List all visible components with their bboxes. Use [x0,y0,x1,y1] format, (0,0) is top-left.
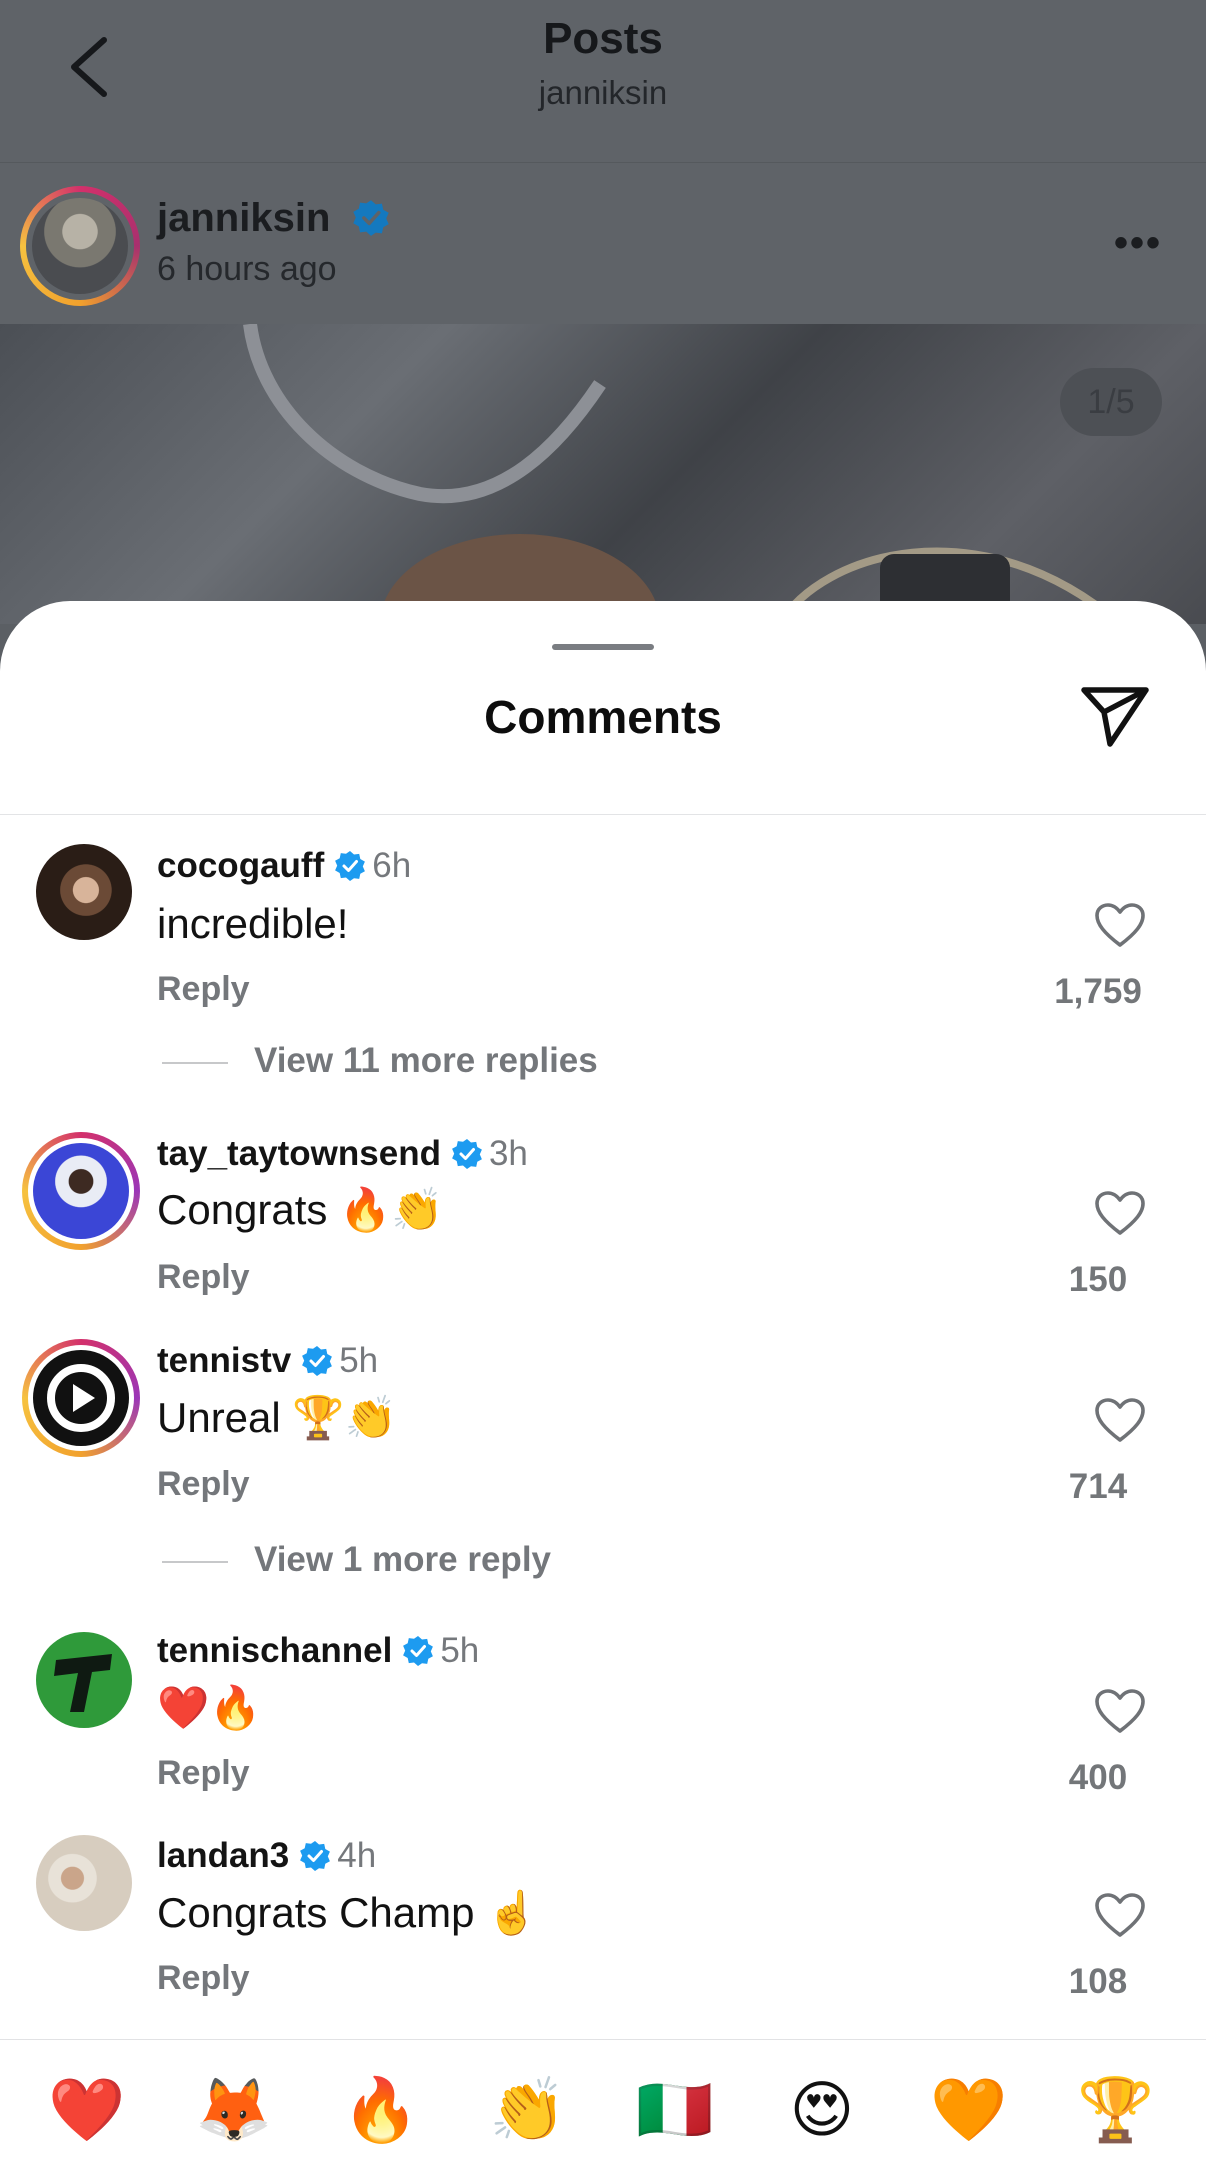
comment-header: tennistv 5h [157,1341,378,1381]
avatar-landan3[interactable] [36,1835,132,1931]
comment-text: Congrats 🔥👏 [157,1186,444,1233]
tennischannel-logo [54,1654,112,1712]
image-counter: 1/5 [1060,368,1162,436]
comment-username[interactable]: tennischannel [157,1631,392,1670]
reaction-orange-heart[interactable]: 🧡 [924,2070,1014,2150]
heart-outline-icon[interactable] [1094,902,1146,948]
reaction-red-heart[interactable]: ❤️ [42,2070,132,2150]
send-icon[interactable] [1080,686,1150,748]
verified-badge-icon [335,851,366,881]
like-count: 108 [1068,1962,1128,2001]
post-author-name[interactable]: janniksin [157,196,396,241]
comment-username[interactable]: tay_taytownsend [157,1134,441,1173]
view-more-replies-button[interactable]: View 1 more reply [162,1540,551,1580]
reply-button[interactable]: Reply [157,1754,250,1793]
sheet-divider [0,814,1206,815]
avatar-tennistv[interactable] [22,1339,140,1457]
like-count: 714 [1068,1467,1128,1506]
sheet-drag-handle[interactable] [552,644,654,650]
like-count: 400 [1068,1758,1128,1797]
reply-button[interactable]: Reply [157,1465,250,1504]
heart-outline-icon[interactable] [1094,1688,1146,1734]
comment-text: incredible! [157,900,349,947]
reply-button[interactable]: Reply [157,1959,250,1998]
tennistv-logo [47,1364,115,1432]
post-author-avatar [32,198,128,294]
view-more-label: View 11 more replies [254,1041,598,1080]
reply-button[interactable]: Reply [157,970,250,1009]
verified-badge-icon [452,1139,482,1169]
comment-username[interactable]: cocogauff [157,846,324,885]
comment-text: Unreal 🏆👏 [157,1394,397,1441]
avatar-tennischannel[interactable] [36,1632,132,1728]
comment-header: landan3 4h [157,1836,376,1876]
like-count: 150 [1068,1260,1128,1299]
quick-reactions-bar [0,2039,1206,2166]
post-image[interactable] [0,324,1206,624]
like-count: 1,759 [1054,972,1142,1011]
comment-header: tennischannel 5h [157,1631,479,1671]
view-more-label: View 1 more reply [254,1540,552,1579]
post-background: Posts janniksin janniksin 6 hours ago ••… [0,0,1206,624]
comment-text: Congrats Champ ☝️ [157,1889,539,1936]
reply-button[interactable]: Reply [157,1258,250,1297]
comment-time: 5h [440,1631,480,1670]
comment-username[interactable]: landan3 [157,1836,289,1875]
reaction-fox[interactable]: 🦊 [189,2070,279,2150]
reaction-heart-eyes[interactable]: 😍 [777,2070,867,2150]
comment-time: 4h [337,1836,377,1875]
post-author-avatar-ring[interactable] [20,186,140,306]
comment-text: ❤️🔥 [157,1684,262,1731]
view-more-replies-button[interactable]: View 11 more replies [162,1041,598,1081]
comment-header: cocogauff 6h [157,846,411,886]
heart-outline-icon[interactable] [1094,1190,1146,1236]
comment-username[interactable]: tennistv [157,1341,291,1380]
comment-header: tay_taytownsend 3h [157,1134,528,1174]
reaction-fire[interactable]: 🔥 [336,2070,426,2150]
reaction-trophy[interactable]: 🏆 [1071,2070,1161,2150]
reaction-italy-flag[interactable]: 🇮🇹 [630,2070,720,2150]
post-author-username[interactable]: janniksin [157,196,330,240]
comment-time: 3h [488,1134,528,1173]
verified-badge-icon [352,200,389,236]
avatar-cocogauff[interactable] [36,844,132,940]
post-header [0,163,1206,324]
more-options-icon[interactable]: ••• [1114,223,1162,263]
comment-time: 5h [339,1341,379,1380]
verified-badge-icon [403,1636,434,1666]
comment-time: 6h [372,846,412,885]
page-title: Posts [543,14,663,63]
post-timestamp: 6 hours ago [157,250,337,288]
verified-badge-icon [300,1841,331,1871]
heart-outline-icon[interactable] [1094,1397,1146,1443]
avatar-tay-taytownsend[interactable] [22,1132,140,1250]
reaction-clapping[interactable]: 👏 [483,2070,573,2150]
page-subtitle: janniksin [538,74,668,111]
verified-badge-icon [302,1346,333,1376]
comments-title: Comments [484,691,722,743]
heart-outline-icon[interactable] [1094,1892,1146,1938]
